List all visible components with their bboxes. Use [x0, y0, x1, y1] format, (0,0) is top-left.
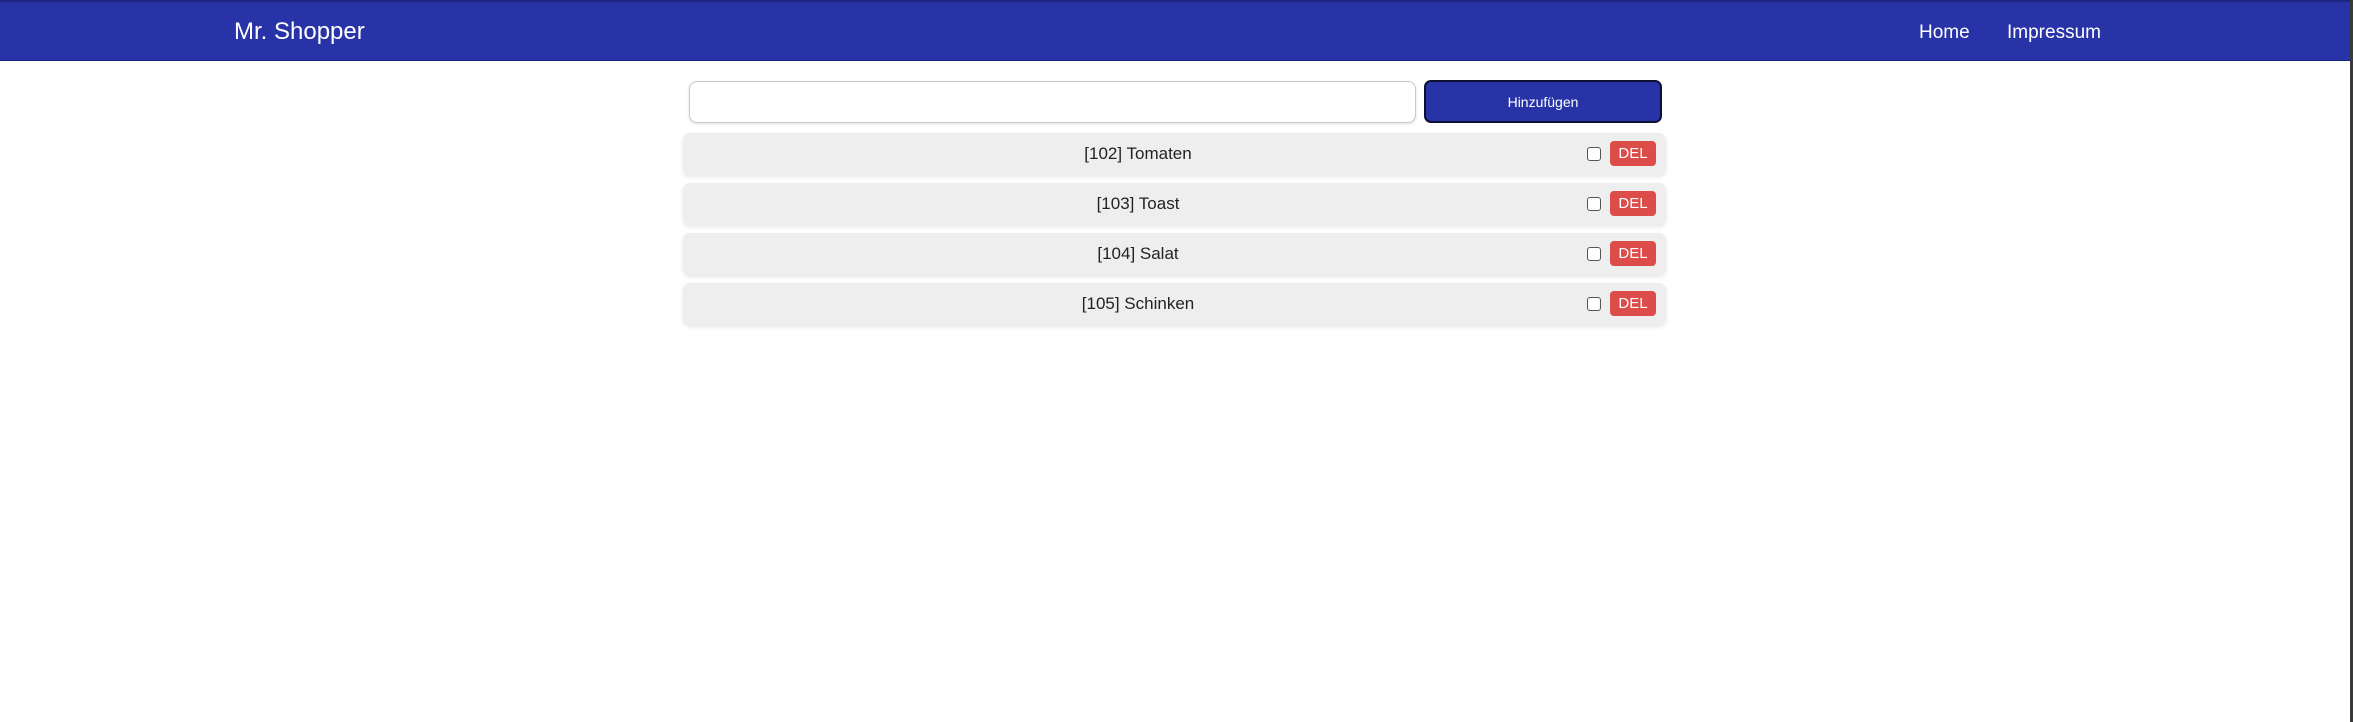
item-label: [105] Schinken	[1081, 294, 1195, 313]
item-checkbox[interactable]	[1587, 147, 1601, 161]
delete-button[interactable]: DEL	[1610, 141, 1656, 166]
navbar: Mr. Shopper Home Impressum	[0, 0, 2350, 61]
list-item: [102] Tomaten DEL	[683, 133, 1666, 175]
delete-button[interactable]: DEL	[1610, 191, 1656, 216]
list-item: [104] Salat DEL	[683, 233, 1666, 275]
add-button[interactable]: Hinzufügen	[1424, 80, 1662, 123]
nav-link-home[interactable]: Home	[1919, 21, 1970, 45]
item-checkbox[interactable]	[1587, 297, 1601, 311]
brand-link[interactable]: Mr. Shopper	[234, 18, 365, 46]
item-input[interactable]	[689, 81, 1416, 123]
delete-button[interactable]: DEL	[1610, 291, 1656, 316]
item-label: [104] Salat	[1097, 244, 1179, 263]
nav-link-impressum[interactable]: Impressum	[2007, 21, 2101, 45]
item-label: [102] Tomaten	[1084, 144, 1192, 163]
list-item: [103] Toast DEL	[683, 183, 1666, 225]
list-item: [105] Schinken DEL	[683, 283, 1666, 325]
shopping-list: [102] Tomaten DEL [103] Toast DEL [104] …	[683, 133, 1666, 333]
item-checkbox[interactable]	[1587, 197, 1601, 211]
item-label: [103] Toast	[1096, 194, 1180, 213]
delete-button[interactable]: DEL	[1610, 241, 1656, 266]
page: Mr. Shopper Home Impressum Hinzufügen [1…	[0, 0, 2353, 722]
item-checkbox[interactable]	[1587, 247, 1601, 261]
